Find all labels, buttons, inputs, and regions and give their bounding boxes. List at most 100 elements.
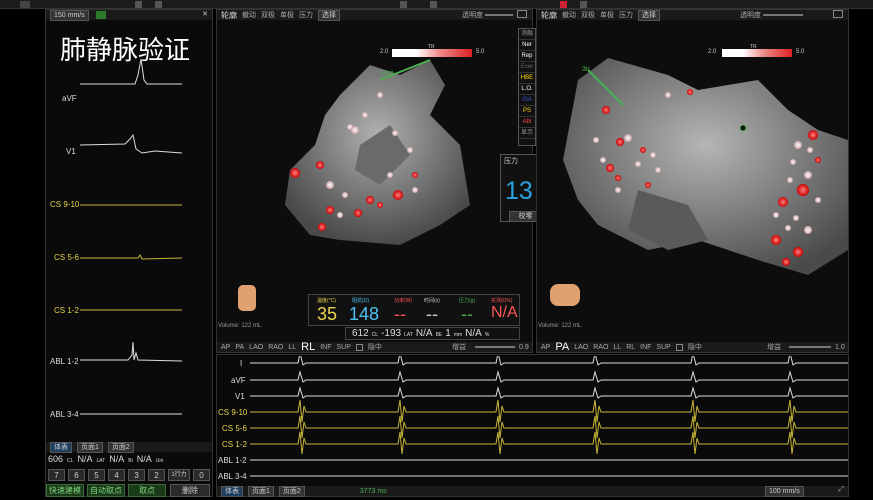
tag-annotation: 3n [582, 66, 590, 73]
opacity-slider[interactable] [485, 14, 513, 16]
view-lao[interactable]: LAO [249, 344, 263, 351]
ecg-trace [250, 415, 848, 439]
tool-icon[interactable] [400, 1, 407, 8]
view-ll[interactable]: LL [613, 344, 621, 351]
menu-item[interactable]: 单极 [280, 10, 294, 20]
tab-surface[interactable]: 体表 [50, 441, 72, 453]
channel-label: V1 [66, 147, 76, 156]
view-ll[interactable]: LL [288, 344, 296, 351]
key-button[interactable]: 2 [148, 469, 165, 481]
legend-item[interactable]: Abl [519, 117, 535, 128]
orientation-figure-icon[interactable] [238, 285, 256, 311]
bi-value: N/A [109, 454, 125, 464]
view-rl-current[interactable]: RL [301, 341, 315, 353]
camera-icon[interactable] [833, 10, 843, 18]
tool-icon[interactable] [135, 1, 142, 8]
key-button[interactable]: 4 [108, 469, 125, 481]
right-anatomy-model [563, 58, 848, 275]
view-lao[interactable]: LAO [574, 344, 588, 351]
menu-item[interactable]: 撤动 [562, 10, 576, 20]
channel-label: I [240, 359, 243, 368]
view-sup[interactable]: SUP [656, 344, 670, 351]
hide-label: 隐中 [367, 344, 382, 351]
bi-unit: Bi [128, 458, 133, 464]
tool-icon[interactable] [430, 1, 437, 8]
key-button[interactable]: 0 [193, 469, 210, 481]
expand-icon[interactable]: ⤢ [838, 486, 844, 494]
scale-mid: TR [428, 44, 435, 50]
mode-dropdown[interactable]: 选择 [318, 9, 340, 21]
impedance-value: 148 [349, 304, 380, 324]
mode-dropdown[interactable]: 选择 [638, 9, 660, 21]
legend-item[interactable]: PS [519, 106, 535, 117]
quick-model-button[interactable]: 快速建模 [46, 484, 84, 497]
metric-header: 功率(W) [394, 298, 413, 304]
menu-item[interactable]: 单极 [600, 10, 614, 20]
chart-icon[interactable] [96, 11, 106, 19]
view-inf[interactable]: INF [640, 344, 651, 351]
menu-item[interactable]: 双极 [581, 10, 595, 20]
view-pa[interactable]: PA [235, 344, 244, 351]
hide-checkbox[interactable] [675, 343, 683, 351]
channel-label: ABL 3-4 [218, 472, 247, 481]
tab-page2[interactable]: 页面2 [278, 485, 305, 497]
gain-slider[interactable] [789, 346, 831, 348]
key-button[interactable]: 7 [48, 469, 65, 481]
hide-label: 隐中 [687, 344, 702, 351]
view-ap[interactable]: AP [221, 344, 230, 351]
m2-value: N/A [415, 328, 433, 339]
menu-item[interactable]: 双极 [261, 10, 275, 20]
channel-label: CS 5-6 [54, 253, 79, 262]
view-rao[interactable]: RAO [268, 344, 283, 351]
tool-icon[interactable] [155, 1, 162, 8]
tab-page1[interactable]: 页面1 [248, 485, 274, 497]
opacity-slider[interactable] [763, 14, 803, 16]
legend-item[interactable]: Rep [519, 51, 535, 62]
tab-page2[interactable]: 页面2 [107, 441, 134, 453]
view-pa-current[interactable]: PA [555, 341, 569, 353]
key-button[interactable]: 6 [68, 469, 85, 481]
close-icon[interactable]: ✕ [202, 10, 208, 18]
camera-icon[interactable] [517, 10, 527, 18]
gain-label: 增益 [452, 344, 466, 351]
legend-item[interactable]: Exer [519, 62, 535, 73]
view-sup[interactable]: SUP [337, 344, 351, 351]
key-button[interactable]: 3 [128, 469, 145, 481]
view-inf[interactable]: INF [320, 344, 331, 351]
metric-header: 实测(Ω%) [491, 298, 513, 304]
tab-surface[interactable]: 体表 [221, 485, 243, 497]
orientation-figure-icon[interactable] [550, 284, 580, 306]
menu-item[interactable]: 压力 [299, 10, 313, 20]
legend-item[interactable]: Ner [519, 40, 535, 51]
left-view-bar: AP PA LAO RAO LL RL INF SUP 隐中 增益 0.9 [217, 341, 532, 353]
arrow-icon[interactable] [20, 1, 30, 8]
record-icon[interactable] [560, 1, 567, 8]
channel-label: CS 1-2 [222, 440, 247, 449]
legend-item[interactable]: ISA [519, 95, 535, 106]
take-point-button[interactable]: 取点 [128, 484, 166, 497]
speed-selector[interactable]: 150 mm/s [50, 9, 89, 21]
key-button[interactable]: 1行力 [168, 469, 190, 481]
auto-point-button[interactable]: 自动取点 [87, 484, 125, 497]
hide-checkbox[interactable] [355, 343, 363, 351]
legend-item[interactable]: 消融 [519, 29, 535, 40]
legend-item[interactable]: HBE [519, 73, 535, 84]
menu-item[interactable]: 压力 [619, 10, 633, 20]
menu-item[interactable]: 撤动 [242, 10, 256, 20]
view-rao[interactable]: RAO [593, 344, 608, 351]
tool-icon[interactable] [580, 1, 587, 8]
m2-value: 612 [352, 328, 369, 339]
pressure-title: 压力 [504, 158, 518, 165]
delete-button[interactable]: 删除 [170, 484, 210, 497]
gain-slider[interactable] [475, 346, 515, 348]
tab-page1[interactable]: 页面1 [77, 441, 103, 453]
view-rl[interactable]: RL [626, 344, 635, 351]
bottom-tab-bar: 体表 页面1 页面2 3773 ms 100 mm/s ⤢ [217, 485, 848, 497]
key-button[interactable]: 5 [88, 469, 105, 481]
speed-selector[interactable]: 100 mm/s [765, 486, 804, 497]
legend-item[interactable]: 显示 [519, 128, 535, 139]
view-ap[interactable]: AP [541, 344, 550, 351]
legend-item[interactable]: L.O. [519, 84, 535, 95]
metric-header: 时间(s) [424, 298, 440, 304]
uni-value: N/A [136, 454, 152, 464]
